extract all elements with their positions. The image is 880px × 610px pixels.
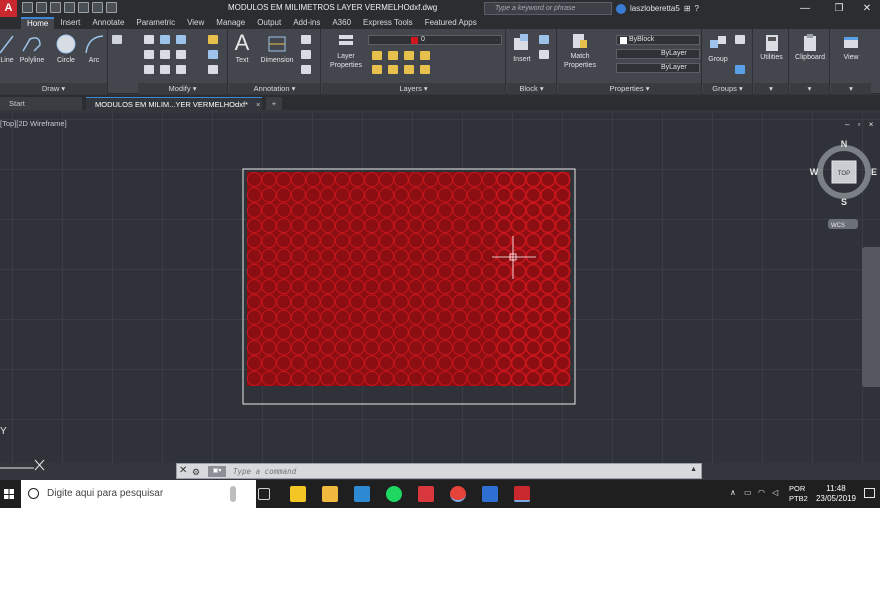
- sketchup-icon[interactable]: [418, 486, 434, 502]
- notification-icon[interactable]: [864, 488, 875, 498]
- compass-west[interactable]: W: [810, 167, 819, 177]
- customize-icon[interactable]: ⚙: [192, 465, 200, 479]
- clock[interactable]: 11:48 23/05/2019: [812, 484, 860, 504]
- file-explorer-icon[interactable]: [322, 486, 338, 502]
- command-line: ✕ ⚙ ▣▾ ▲: [176, 463, 702, 479]
- circle-array[interactable]: [246, 171, 571, 387]
- autocad-taskbar-icon[interactable]: [514, 486, 530, 502]
- volume-icon[interactable]: ◁: [772, 488, 778, 497]
- ucs-y-label: Y: [0, 426, 7, 437]
- command-history-icon[interactable]: ▲: [690, 466, 697, 473]
- compass-north[interactable]: N: [841, 139, 848, 149]
- wifi-icon[interactable]: ◠: [758, 488, 765, 497]
- close-command-icon[interactable]: ✕: [179, 464, 187, 478]
- microphone-icon[interactable]: [230, 486, 236, 502]
- command-input[interactable]: [233, 464, 663, 478]
- clock-date: 23/05/2019: [815, 494, 857, 503]
- task-view-icon[interactable]: [258, 488, 270, 500]
- clock-time: 11:48: [826, 484, 846, 493]
- navigation-bar[interactable]: [862, 247, 880, 387]
- windows-taskbar: Digite aqui para pesquisar ∧ ▭ ◠ ◁ POR P…: [0, 480, 880, 508]
- wcs-label: WCS: [831, 223, 845, 229]
- taskbar-search-placeholder: Digite aqui para pesquisar: [47, 488, 164, 499]
- viewcube[interactable]: TOP N S E W WCS: [810, 139, 877, 229]
- spotify-icon[interactable]: [386, 486, 402, 502]
- cortana-icon: [28, 488, 39, 499]
- photos-icon[interactable]: [354, 486, 370, 502]
- blank-area: [0, 508, 880, 610]
- compass-south[interactable]: S: [841, 197, 847, 207]
- compass-east[interactable]: E: [871, 167, 877, 177]
- network-icon[interactable]: ▭: [744, 488, 752, 497]
- teamviewer-icon[interactable]: [482, 486, 498, 502]
- language-top: POR: [789, 484, 806, 493]
- language-indicator[interactable]: POR PTB2: [789, 484, 808, 504]
- autocad-window: A MODULOS EM MILIMETROS LAYER VERMELHOdx…: [0, 0, 880, 508]
- store-icon[interactable]: [290, 486, 306, 502]
- tray-chevron-icon[interactable]: ∧: [730, 488, 736, 497]
- recent-commands-icon[interactable]: ▣▾: [208, 466, 226, 477]
- drawing-canvas: TOP N S E W WCS Y: [0, 139, 877, 471]
- taskbar-search[interactable]: Digite aqui para pesquisar: [21, 480, 256, 508]
- chrome-icon[interactable]: [450, 486, 466, 502]
- language-bottom: PTB2: [789, 494, 808, 503]
- windows-logo-icon: [4, 489, 14, 499]
- ucs-icon: Y: [0, 426, 45, 471]
- start-button[interactable]: [0, 480, 20, 508]
- viewcube-top-label: TOP: [838, 171, 850, 177]
